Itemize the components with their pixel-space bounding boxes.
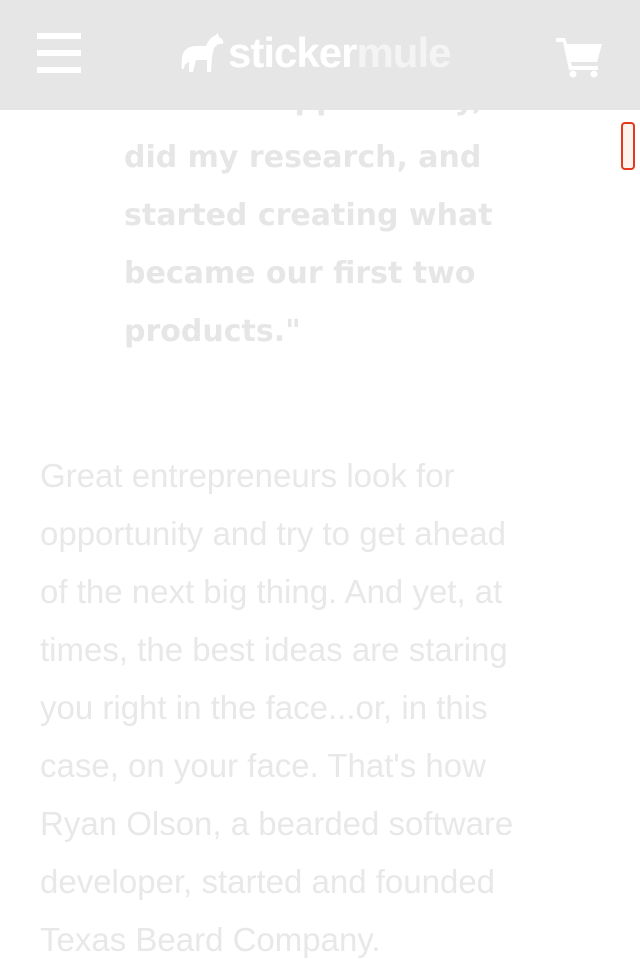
shopping-cart-icon[interactable] [556,36,604,78]
quote-line: did my research, and [124,140,482,175]
content-area: “ I saw an opportunity, did my research,… [0,0,640,959]
article-paragraph: Great entrepreneurs look for opportunity… [40,447,610,959]
pull-quote: I saw an opportunity, did my research, a… [124,71,524,361]
hamburger-menu-icon[interactable] [37,33,81,73]
article-line: times, the best ideas are staring [40,631,508,668]
scroll-indicator[interactable] [621,122,635,170]
logo-wordmark: stickermule [228,29,451,76]
top-navigation-bar: stickermule [0,0,640,110]
mule-icon [181,33,224,72]
quote-line: products." [124,314,301,349]
article-line: Great entrepreneurs look for [40,457,455,494]
article-line: opportunity and try to get ahead [40,515,506,552]
stickermule-logo[interactable]: stickermule [180,29,451,76]
article-line: developer, started and founded [40,863,496,900]
article-line: of the next big thing. And yet, at [40,573,503,610]
article-line: you right in the face...or, in this [40,689,488,726]
article-line: Texas Beard Company. [40,921,381,958]
article-line: case, on your face. That's how [40,747,486,784]
article-line: Ryan Olson, a bearded software [40,805,514,842]
quote-line: became our first two [124,256,476,291]
quote-line: started creating what [124,198,493,233]
